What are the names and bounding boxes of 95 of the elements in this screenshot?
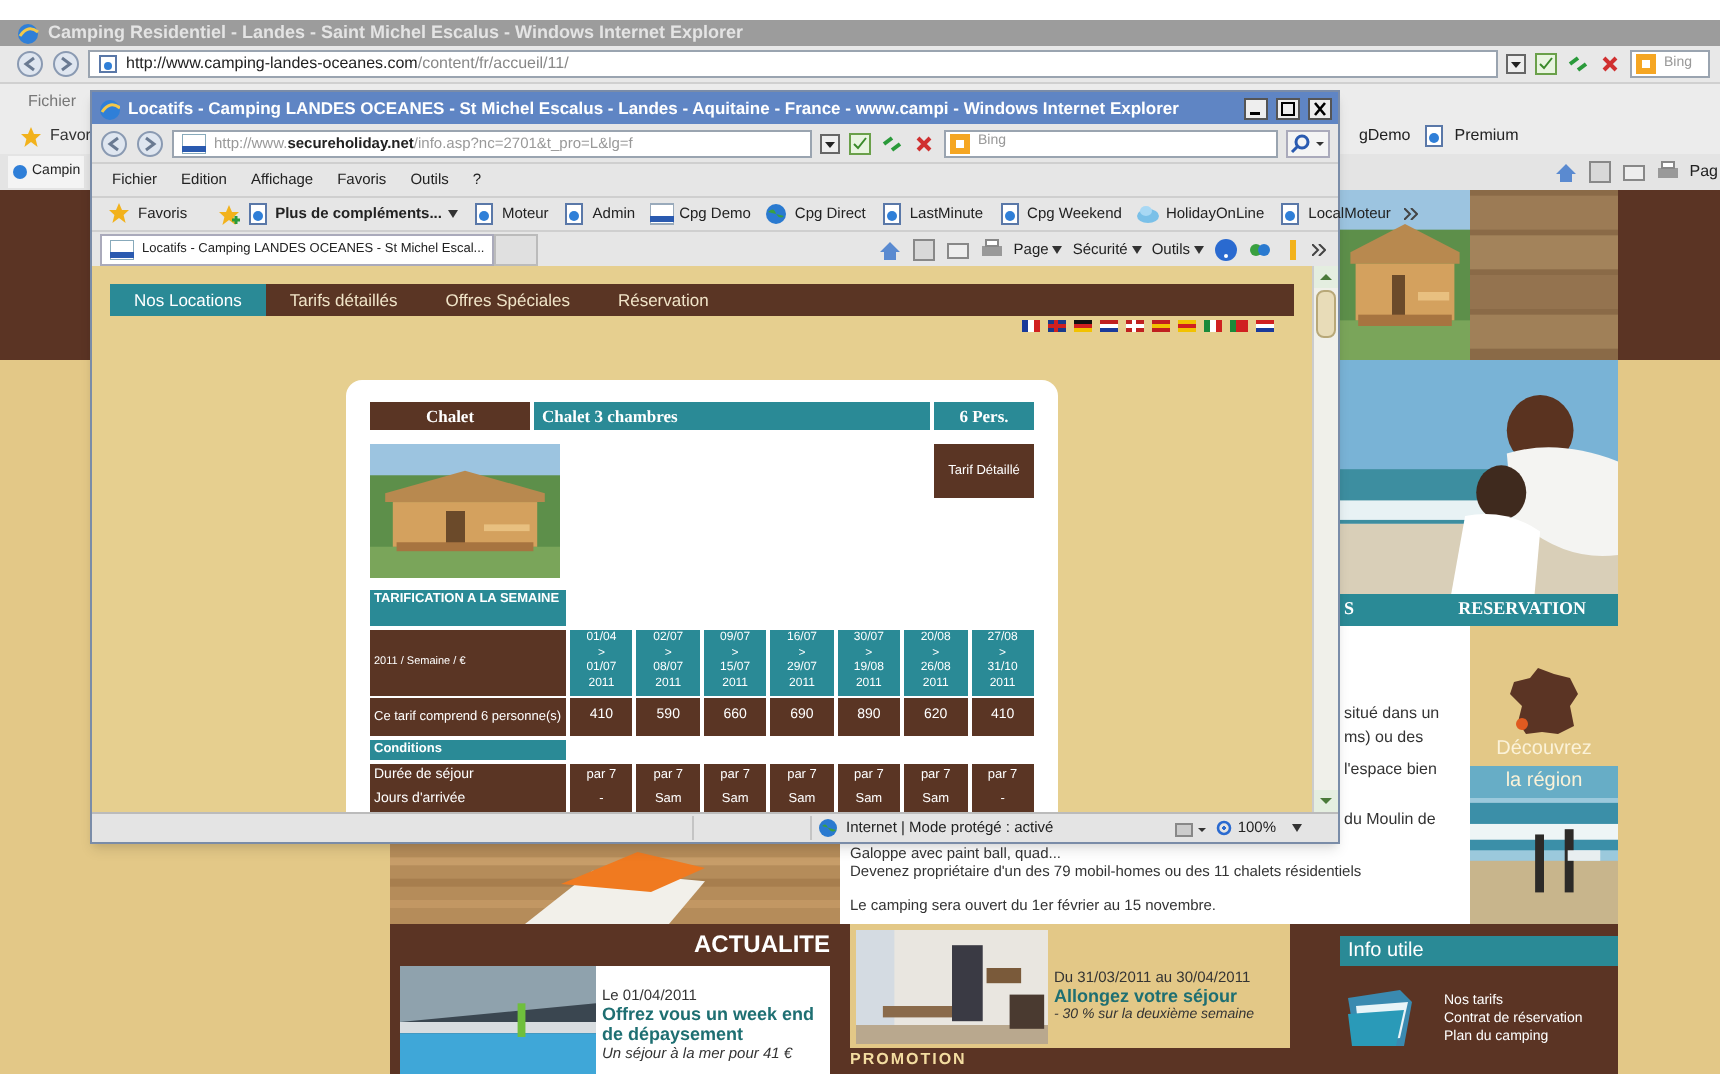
section-heading: Découvrez [1496, 738, 1592, 762]
dropdown-button[interactable] [820, 133, 840, 153]
zoom-icon [1215, 819, 1234, 837]
site-icon [182, 133, 206, 153]
print-icon[interactable] [1655, 160, 1680, 184]
star-icon [108, 202, 132, 226]
favorite-link[interactable]: Premium [1422, 124, 1519, 148]
nav-tab[interactable]: Tarifs détaillés [265, 284, 422, 316]
nav-tab[interactable]: Offres Spéciales [421, 284, 594, 316]
page-icon [245, 202, 270, 226]
flag-icon [1126, 320, 1144, 332]
section-heading: ACTUALITE [694, 930, 830, 958]
browser-icon [12, 164, 28, 180]
search-provider-icon [1636, 54, 1656, 74]
home-icon[interactable] [877, 238, 902, 262]
scroll-up-button[interactable] [1314, 266, 1338, 288]
compatibility-button[interactable] [1534, 52, 1558, 76]
chevron-icon [1312, 244, 1326, 256]
nav-tab[interactable]: Nos Locations [110, 284, 266, 316]
page-icon [1278, 202, 1303, 226]
add-favorite-icon [217, 203, 240, 225]
compatibility-button[interactable] [848, 131, 872, 155]
caret-icon [1052, 246, 1063, 254]
flag-icon [1256, 320, 1274, 332]
menu-item[interactable]: Fichier [28, 89, 77, 113]
type-label: Chalet [370, 402, 530, 430]
address-text: http://www.camping-landes-oceanes.com/content/fr/accueil/11/ [126, 52, 569, 76]
capacity-label: 6 Pers. [934, 402, 1034, 430]
flag-icon [1178, 320, 1196, 332]
star-icon [20, 125, 42, 147]
flag-icon [1152, 320, 1170, 332]
nav-link[interactable]: S [1344, 596, 1355, 624]
section-heading: Info utile [1340, 936, 1618, 966]
flag-icon [1100, 320, 1118, 332]
page-icon [879, 202, 904, 226]
flag-icon [1022, 320, 1040, 332]
close-button[interactable] [1308, 97, 1332, 119]
forward-button[interactable] [52, 50, 80, 78]
caret-icon [1292, 824, 1302, 832]
dropdown-button[interactable] [1506, 54, 1526, 74]
back-button[interactable] [100, 129, 128, 157]
text-line: situé dans un [1344, 704, 1440, 724]
page-icon [471, 202, 496, 226]
section-heading: la région [1470, 766, 1618, 798]
page-icon [562, 202, 587, 226]
back-button[interactable] [16, 50, 44, 78]
stop-button[interactable] [912, 131, 936, 155]
name-label: Chalet 3 chambres [534, 402, 930, 430]
caret-icon [1131, 246, 1142, 254]
favorites-button[interactable]: Favor [20, 124, 91, 148]
browser-icon [98, 97, 120, 119]
refresh-button[interactable] [1566, 52, 1590, 76]
flag-icon [1074, 320, 1092, 332]
minimize-button[interactable] [1244, 97, 1268, 119]
favorite-link[interactable]: gDemo [1358, 124, 1411, 148]
browser-icon [16, 21, 40, 45]
text-line: l'espace bien [1344, 760, 1437, 780]
forward-button[interactable] [136, 129, 164, 157]
promo-link[interactable]: Allongez votre séjour [1054, 985, 1254, 1005]
address-field[interactable]: http://www.camping-landes-oceanes.com/content/fr/accueil/11/ [88, 50, 1498, 78]
scrollbar[interactable] [1312, 266, 1338, 812]
flag-icon [1048, 320, 1066, 332]
folder-icon [1344, 986, 1416, 1050]
flag-icon [1230, 320, 1248, 332]
command-menu[interactable]: Pag [1689, 160, 1718, 184]
window-title: Camping Residentiel - Landes - Saint Michel Escalus - Windows Internet Explorer [48, 19, 743, 46]
scrollbar-thumb[interactable] [1316, 290, 1336, 338]
site-icon [110, 240, 134, 260]
caret-icon [447, 210, 458, 218]
site-icon [649, 202, 674, 226]
globe-icon [818, 818, 838, 838]
caret-icon [1194, 246, 1204, 254]
flag-icon [1204, 320, 1222, 332]
france-map-icon [1506, 666, 1582, 738]
search-button[interactable] [1286, 129, 1330, 157]
refresh-button[interactable] [880, 131, 904, 155]
nav-link[interactable]: RESERVATION [1458, 596, 1586, 624]
nav-tab[interactable]: Réservation [593, 284, 733, 316]
globe-icon [764, 202, 789, 226]
search-provider-icon [950, 133, 970, 153]
text-line: du Moulin de [1344, 810, 1436, 830]
section-heading: PROMOTION [850, 1050, 967, 1070]
page-icon [1422, 124, 1447, 148]
print-icon[interactable] [979, 238, 1004, 262]
news-link[interactable]: Offrez vous un week end de dépaysement [602, 1004, 830, 1044]
help-icon[interactable] [1214, 238, 1238, 262]
scroll-down-button[interactable] [1314, 790, 1338, 812]
cloud-icon [1135, 202, 1160, 226]
stop-button[interactable] [1598, 52, 1622, 76]
page-icon [997, 202, 1022, 226]
page-icon [98, 54, 118, 74]
text-line: ms) ou des [1344, 728, 1424, 748]
home-icon[interactable] [1553, 160, 1578, 184]
maximize-button[interactable] [1276, 97, 1300, 119]
window-title: Locatifs - Camping LANDES OCEANES - St Michel Escalus - Landes - Aquitaine - France - www.campi - Windows Internet Explorer [128, 95, 1181, 121]
